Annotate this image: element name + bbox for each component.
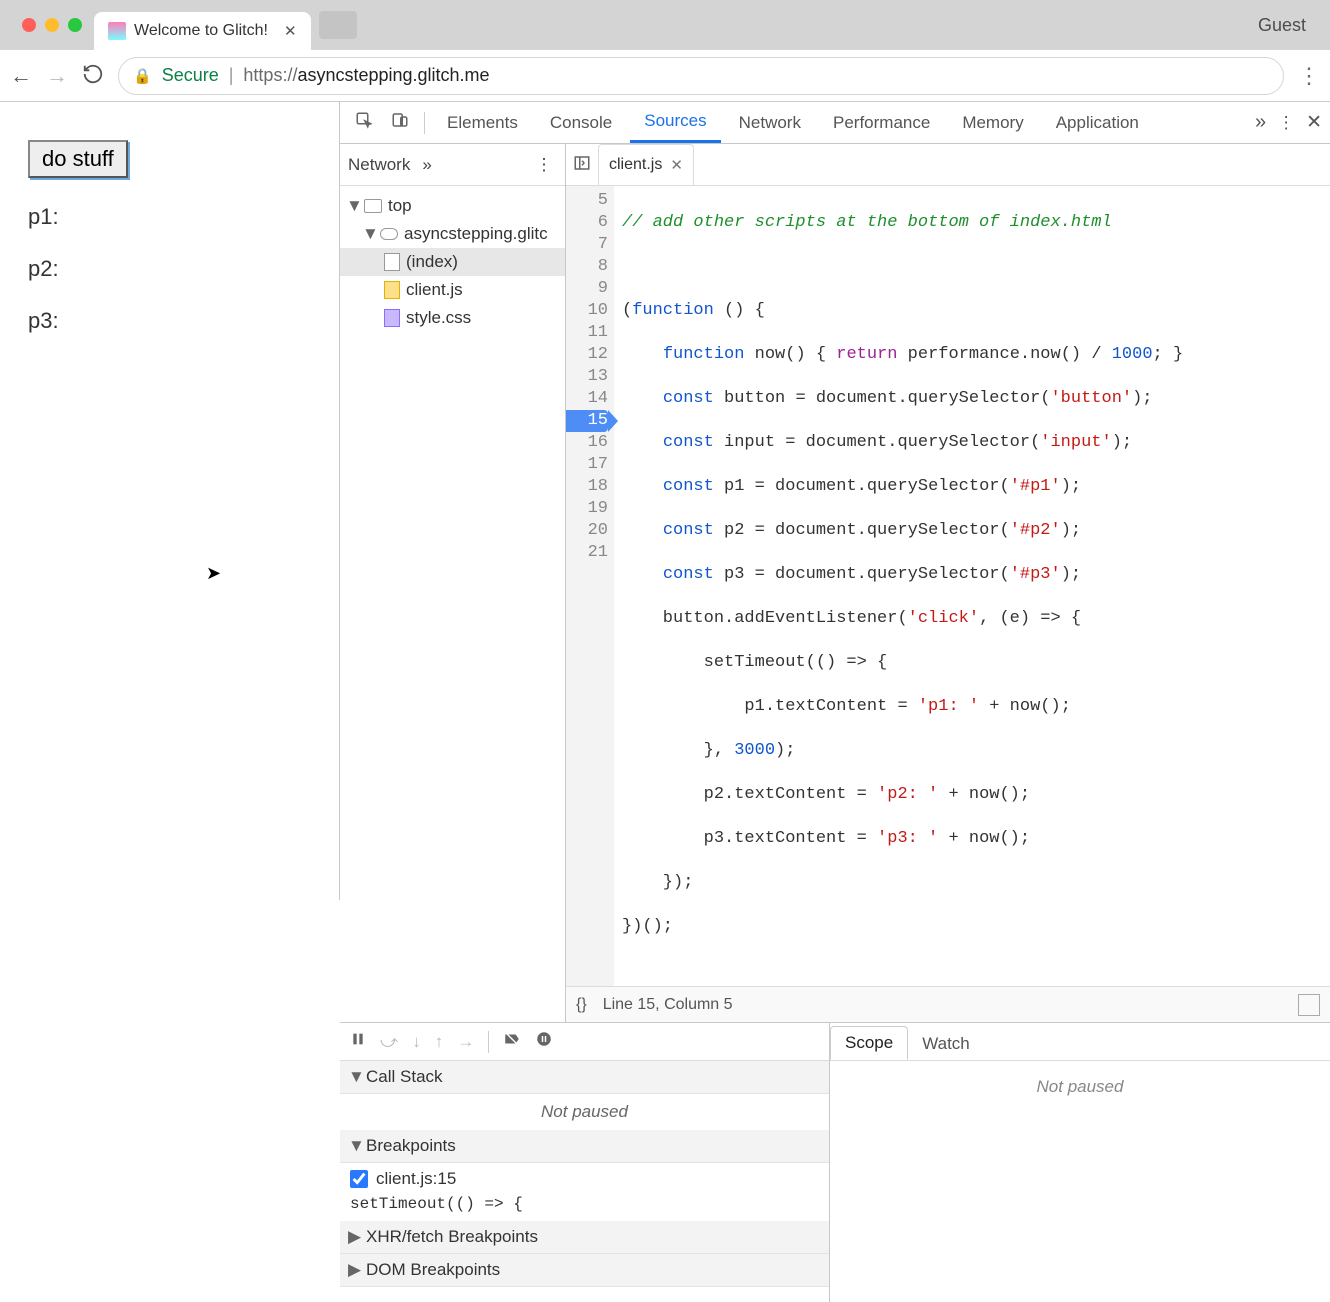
dom-breakpoints-header[interactable]: ▶DOM Breakpoints — [340, 1254, 829, 1287]
file-client-label: client.js — [406, 280, 463, 300]
tree-file-client[interactable]: client.js — [340, 276, 565, 304]
navigator-tab-network[interactable]: Network — [348, 155, 410, 175]
debugger-drawer: ⤻ ↓ ↑ → ▼Call Stack Not paused ▼Breakpoi… — [340, 1022, 1330, 1302]
step-into-button[interactable]: ↓ — [412, 1032, 421, 1052]
step-out-button[interactable]: ↑ — [435, 1032, 444, 1052]
devtools-tabbar: Elements Console Sources Network Perform… — [340, 102, 1330, 144]
profile-guest-label[interactable]: Guest — [1258, 15, 1306, 36]
devtools-menu-icon[interactable]: ⋮ — [1270, 113, 1302, 133]
devtools: Elements Console Sources Network Perform… — [340, 102, 1330, 900]
browser-tabstrip: Welcome to Glitch! ✕ Guest — [0, 0, 1330, 50]
step-over-button[interactable]: ⤻ — [380, 1032, 398, 1052]
tree-top[interactable]: ▼ top — [340, 192, 565, 220]
tab-watch[interactable]: Watch — [908, 1028, 984, 1060]
sources-navigator: Network » ⋮ ▼ top ▼ — [340, 144, 566, 1022]
file-style-label: style.css — [406, 308, 471, 328]
divider — [488, 1031, 489, 1053]
devtools-close-icon[interactable]: ✕ — [1306, 111, 1322, 134]
p1-label: p1: — [28, 204, 311, 230]
tree-domain[interactable]: ▼ asyncstepping.glitc — [340, 220, 565, 248]
scope-watch-tabs: Scope Watch — [830, 1023, 1330, 1061]
nav-toggle-icon[interactable] — [566, 154, 598, 176]
deactivate-breakpoints-button[interactable] — [503, 1030, 521, 1053]
browser-tab[interactable]: Welcome to Glitch! ✕ — [94, 12, 311, 50]
callstack-empty: Not paused — [340, 1094, 829, 1130]
file-js-icon — [384, 281, 400, 299]
step-button[interactable]: → — [457, 1032, 474, 1052]
minimize-window-button[interactable] — [45, 18, 59, 32]
breakpoint-snippet: setTimeout(() => { — [340, 1195, 829, 1221]
tree-top-label: top — [388, 196, 412, 216]
glitch-favicon-icon — [108, 22, 126, 40]
do-stuff-button[interactable]: do stuff — [28, 140, 128, 178]
tree-domain-label: asyncstepping.glitc — [404, 224, 548, 244]
browser-menu-icon[interactable]: ⋮ — [1298, 63, 1320, 89]
debugger-toolbar: ⤻ ↓ ↑ → — [340, 1023, 829, 1061]
tab-performance[interactable]: Performance — [819, 102, 944, 143]
editor-tab-close-icon[interactable]: ✕ — [670, 156, 683, 174]
xhr-breakpoints-header[interactable]: ▶XHR/fetch Breakpoints — [340, 1221, 829, 1254]
editor-tab-client[interactable]: client.js ✕ — [598, 144, 694, 185]
tab-application[interactable]: Application — [1042, 102, 1153, 143]
url-text: https://asyncstepping.glitch.me — [243, 65, 489, 86]
editor-status-bar: {} Line 15, Column 5 — [566, 986, 1330, 1022]
page-viewport: do stuff p1: p2: p3: — [0, 102, 340, 900]
tab-title: Welcome to Glitch! — [134, 22, 268, 40]
callstack-header[interactable]: ▼Call Stack — [340, 1061, 829, 1094]
triangle-down-icon: ▼ — [362, 224, 374, 244]
triangle-down-icon: ▼ — [346, 196, 358, 216]
lock-icon: 🔒 — [133, 67, 152, 85]
pause-on-exceptions-button[interactable] — [535, 1030, 553, 1053]
tab-close-icon[interactable]: ✕ — [284, 22, 297, 40]
new-tab-button[interactable] — [319, 11, 357, 39]
cursor-position: Line 15, Column 5 — [603, 996, 733, 1014]
device-toolbar-icon[interactable] — [384, 111, 416, 134]
tab-console[interactable]: Console — [536, 102, 626, 143]
editor-status-menu-icon[interactable] — [1298, 994, 1320, 1016]
breakpoints-header[interactable]: ▼Breakpoints — [340, 1130, 829, 1163]
navigator-more-icon[interactable]: » — [422, 155, 431, 175]
pause-button[interactable] — [350, 1031, 366, 1052]
code-editor[interactable]: 56789 1011121314 15 161718192021 // add … — [566, 186, 1330, 986]
breakpoint-marker[interactable]: 15 — [566, 410, 608, 432]
navigator-menu-icon[interactable]: ⋮ — [531, 155, 557, 175]
tab-elements[interactable]: Elements — [433, 102, 532, 143]
secure-label: Secure — [162, 65, 219, 86]
breakpoint-row[interactable]: client.js:15 — [340, 1163, 829, 1195]
line-gutter[interactable]: 56789 1011121314 15 161718192021 — [566, 186, 614, 986]
breakpoint-label: client.js:15 — [376, 1169, 456, 1189]
forward-button[interactable]: → — [46, 63, 68, 89]
scope-empty: Not paused — [830, 1061, 1330, 1302]
tab-sources[interactable]: Sources — [630, 102, 720, 143]
back-button[interactable]: ← — [10, 63, 32, 89]
tab-scope[interactable]: Scope — [830, 1026, 908, 1060]
code-body[interactable]: // add other scripts at the bottom of in… — [614, 186, 1330, 986]
maximize-window-button[interactable] — [68, 18, 82, 32]
tree-file-style[interactable]: style.css — [340, 304, 565, 332]
more-tabs-icon[interactable]: » — [1255, 111, 1266, 134]
file-css-icon — [384, 309, 400, 327]
tab-network[interactable]: Network — [725, 102, 815, 143]
close-window-button[interactable] — [22, 18, 36, 32]
tab-memory[interactable]: Memory — [948, 102, 1037, 143]
url-separator: | — [229, 65, 234, 86]
address-bar[interactable]: 🔒 Secure | https://asyncstepping.glitch.… — [118, 57, 1284, 95]
tree-file-index[interactable]: (index) — [340, 248, 565, 276]
editor-tab-label: client.js — [609, 156, 662, 174]
file-icon — [384, 253, 400, 271]
p2-label: p2: — [28, 256, 311, 282]
reload-button[interactable] — [82, 63, 104, 89]
breakpoint-checkbox[interactable] — [350, 1170, 368, 1188]
pretty-print-icon[interactable]: {} — [576, 996, 587, 1014]
cloud-icon — [380, 228, 398, 240]
sources-editor: client.js ✕ 56789 1011121314 15 16171819… — [566, 144, 1330, 1022]
divider — [424, 112, 425, 134]
browser-toolbar: ← → 🔒 Secure | https://asyncstepping.gli… — [0, 50, 1330, 102]
frame-icon — [364, 199, 382, 213]
inspect-icon[interactable] — [348, 111, 380, 134]
window-controls — [22, 18, 82, 32]
file-index-label: (index) — [406, 252, 458, 272]
p3-label: p3: — [28, 308, 311, 334]
